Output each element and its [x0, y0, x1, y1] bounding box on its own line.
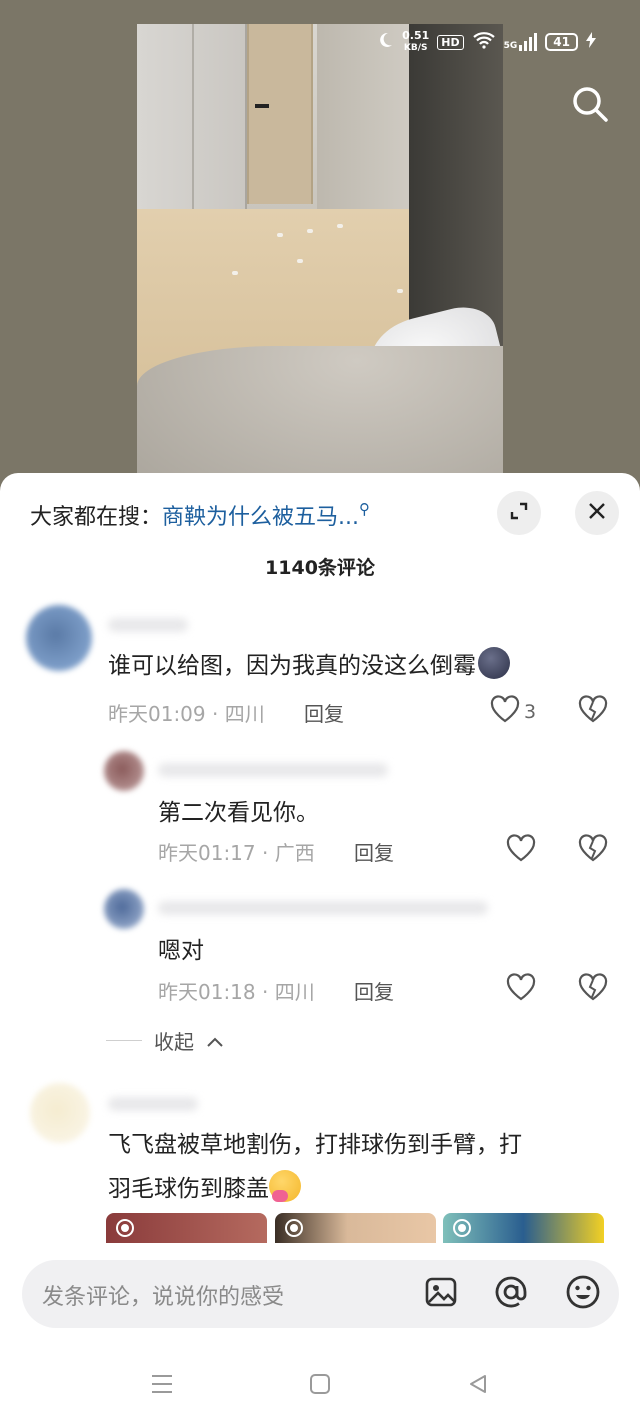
hd-badge: HD [437, 34, 464, 50]
home-icon [309, 1373, 331, 1399]
chevron-up-icon [206, 1029, 224, 1053]
comment-text: 谁可以给图，因为我真的没这么倒霉 [108, 646, 510, 680]
broken-heart-icon [578, 973, 608, 1005]
like-button[interactable] [506, 834, 536, 867]
scene-door-handle [255, 104, 269, 108]
comment-sheet: 大家都在搜：商鞅为什么被五马...⚲ 1140条评论 谁可以给图，因为我真的没这… [0, 473, 640, 1422]
image-thumbnail[interactable] [443, 1213, 604, 1243]
trending-query[interactable]: 商鞅为什么被五马... [162, 505, 359, 530]
trending-search[interactable]: 大家都在搜：商鞅为什么被五马...⚲ [30, 499, 370, 531]
home-button[interactable] [300, 1366, 340, 1406]
broken-heart-icon [578, 834, 608, 866]
comment-text: 羽毛球伤到膝盖 [108, 1169, 301, 1203]
username-blurred[interactable] [108, 1097, 198, 1111]
username-blurred[interactable] [108, 618, 188, 632]
broken-heart-icon [578, 695, 608, 727]
scene-bed [137, 346, 503, 490]
dislike-button[interactable] [578, 973, 608, 1005]
image-icon [424, 1275, 458, 1313]
dislike-button[interactable] [578, 834, 608, 866]
mention-button[interactable] [492, 1275, 530, 1313]
collapse-replies-button[interactable]: 收起 [106, 1026, 224, 1055]
reply-button[interactable]: 回复 [304, 698, 344, 727]
comment-text: 嗯对 [158, 938, 204, 964]
system-nav-bar [0, 1360, 640, 1422]
search-button[interactable] [568, 82, 612, 126]
image-thumbnail[interactable] [275, 1213, 436, 1243]
close-button[interactable] [575, 491, 619, 535]
search-icon [568, 87, 612, 130]
moon-face-emoji [478, 647, 510, 679]
emoji-button[interactable] [564, 1275, 602, 1313]
comment-meta: 昨天01:09 · 四川 [108, 702, 265, 726]
battery-indicator: 41 [545, 33, 578, 51]
comment-meta: 昨天01:18 · 四川 [158, 980, 315, 1004]
video-player[interactable]: 0.51 KB/S HD 5G 41 [0, 0, 640, 490]
live-photo-icon [453, 1219, 471, 1237]
close-icon [588, 502, 606, 524]
comment-input-placeholder: 发条评论，说说你的感受 [42, 1285, 285, 1310]
like-count: 3 [524, 700, 537, 723]
back-button[interactable] [458, 1366, 498, 1406]
avatar[interactable] [104, 889, 144, 929]
avatar[interactable] [30, 1083, 90, 1143]
moon-icon [376, 31, 394, 53]
comment-input[interactable]: 发条评论，说说你的感受 [22, 1260, 619, 1328]
expand-icon [509, 501, 529, 525]
like-button[interactable]: 3 [490, 695, 536, 728]
reply-button[interactable]: 回复 [354, 976, 394, 1005]
divider-line [106, 1040, 142, 1041]
status-bar: 0.51 KB/S HD 5G 41 [0, 24, 640, 60]
image-button[interactable] [422, 1275, 460, 1313]
avatar[interactable] [26, 605, 92, 671]
small-search-icon: ⚲ [359, 500, 370, 518]
hugging-face-emoji [269, 1170, 301, 1202]
menu-icon [150, 1373, 174, 1399]
username-blurred[interactable] [158, 901, 488, 915]
avatar[interactable] [104, 751, 144, 791]
at-icon [493, 1274, 529, 1314]
scene-dark-panel [409, 24, 503, 354]
charging-icon [586, 32, 596, 52]
comment-text: 飞飞盘被草地割伤，打排球伤到手臂，打 [108, 1132, 522, 1158]
live-photo-icon [285, 1219, 303, 1237]
back-icon [467, 1373, 489, 1399]
video-frame [137, 24, 503, 490]
signal-icon: 5G [504, 33, 538, 51]
live-photo-icon [116, 1219, 134, 1237]
heart-icon [490, 695, 520, 728]
net-speed: 0.51 KB/S [402, 29, 430, 53]
comment-count: 1140条评论 [265, 557, 375, 579]
dislike-button[interactable] [578, 695, 608, 727]
trending-label: 大家都在搜： [30, 505, 163, 530]
emoji-icon [565, 1274, 601, 1314]
heart-icon [506, 834, 536, 867]
image-thumbnail[interactable] [106, 1213, 267, 1243]
expand-button[interactable] [497, 491, 541, 535]
recent-apps-button[interactable] [142, 1366, 182, 1406]
comment-meta: 昨天01:17 · 广西 [158, 841, 315, 865]
username-blurred[interactable] [158, 763, 388, 777]
comment-text: 第二次看见你。 [158, 800, 319, 826]
reply-button[interactable]: 回复 [354, 837, 394, 866]
collapse-label: 收起 [154, 1030, 194, 1054]
like-button[interactable] [506, 973, 536, 1006]
wifi-icon [472, 31, 496, 53]
heart-icon [506, 973, 536, 1006]
